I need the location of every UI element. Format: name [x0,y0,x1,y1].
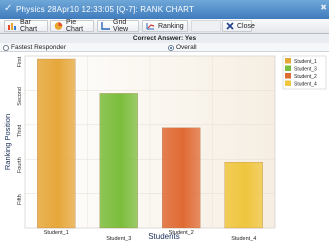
fastest-responder-radio[interactable]: Fastest Responder [3,44,66,51]
x-tick-label: Student_3 [106,236,131,242]
close-icon [226,22,234,30]
correct-answer-banner: Correct Answer: Yes [0,34,329,43]
bar-student-4 [224,162,263,229]
y-tick-label: First [17,56,23,67]
legend-swatch [285,65,291,71]
pie-chart-icon [54,22,63,30]
radio-selected-icon [168,44,174,51]
bar-student-1 [37,58,76,229]
rank-chart-svg: First Second Third Fourth Fifth Student_1 Stud… [3,55,327,242]
bar-chart-button[interactable]: Bar Chart [4,19,48,33]
toolbar: Bar Chart Pie Chart Grid View Ranking Cl… [0,19,329,34]
window-close-icon[interactable]: ✖ [320,3,327,12]
y-tick-label: Fourth [17,157,23,173]
checkmark-icon: ✓ [4,3,13,14]
bar-chart-icon [8,22,17,30]
window-title: Physics 28Apr10 12:33:05 [Q-7]: RANK CHA… [16,5,195,14]
legend-label: Student_2 [294,74,317,80]
ranking-button[interactable]: Ranking [142,20,188,32]
legend-swatch [285,73,291,79]
grid-view-icon [101,22,110,30]
y-tick-label: Third [17,125,23,138]
x-tick-label: Student_1 [44,230,69,236]
legend-label: Student_1 [294,59,317,65]
bar-chart-label: Bar Chart [20,19,38,33]
ranking-label: Ranking [158,22,184,30]
fastest-responder-label: Fastest Responder [11,44,66,51]
x-axis-title: Students [148,232,180,241]
bar-student-3 [99,93,138,229]
overall-radio[interactable]: Overall [168,44,197,51]
overall-label: Overall [176,44,197,51]
y-tick-label: Fifth [17,194,23,205]
disabled-button [191,20,221,32]
ranking-icon [146,22,155,30]
window-titlebar: ✓ Physics 28Apr10 12:33:05 [Q-7]: RANK C… [0,0,329,19]
pie-chart-button[interactable]: Pie Chart [50,19,94,33]
grid-view-label: Grid View [113,19,129,33]
close-button[interactable]: Close [222,20,255,32]
close-label: Close [237,22,255,30]
y-tick-label: Second [17,87,23,106]
legend-swatch [285,80,291,86]
ranking-mode-bar: Fastest Responder Overall [0,43,329,52]
legend-label: Student_4 [294,82,317,88]
legend-swatch [285,58,291,64]
x-tick-label: Student_4 [231,236,256,242]
rank-chart: First Second Third Fourth Fifth Student_1 Stud… [0,52,329,242]
legend-label: Student_3 [294,67,317,73]
bar-student-2 [162,127,201,229]
radio-icon [3,44,9,51]
y-axis-title: Ranking Position [3,114,12,170]
grid-view-button[interactable]: Grid View [97,19,139,33]
pie-chart-label: Pie Chart [66,19,84,33]
